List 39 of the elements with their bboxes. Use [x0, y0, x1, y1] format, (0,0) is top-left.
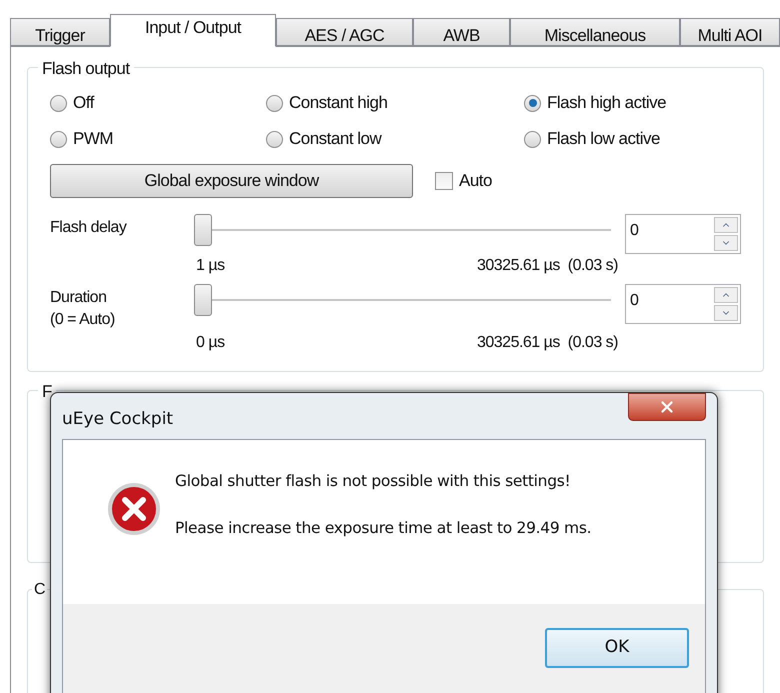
checkbox[interactable]: [435, 172, 453, 190]
error-message: Global shutter flash is not possible with this settings!: [175, 471, 572, 492]
radio-button[interactable]: [50, 94, 67, 112]
radio-option[interactable]: Constant high: [266, 92, 524, 114]
min-label: 1 µs: [196, 256, 225, 276]
dialog-title: uEye Cockpit: [62, 408, 174, 431]
slider-thumb[interactable]: [194, 214, 212, 246]
radio-button[interactable]: [50, 130, 67, 148]
radio-option[interactable]: PWM: [50, 128, 266, 150]
slider[interactable]: [194, 284, 611, 316]
radio-option[interactable]: Constant low: [266, 128, 524, 150]
tab[interactable]: AWB: [413, 18, 510, 46]
global-exposure-button[interactable]: Global exposure window: [50, 164, 413, 198]
radio-button[interactable]: [266, 130, 283, 148]
slider[interactable]: [194, 214, 611, 246]
spin-value: 0: [629, 291, 640, 311]
radio-option[interactable]: Off: [50, 92, 266, 114]
slider-label: Duration (0 = Auto): [50, 288, 116, 330]
tab[interactable]: Miscellaneous: [510, 18, 680, 46]
max-label: 30325.61 µs (0.03 s): [476, 333, 618, 353]
spin-value: 0: [629, 221, 640, 241]
radio-button[interactable]: [266, 94, 283, 112]
radio-button[interactable]: [524, 94, 541, 112]
radio-option[interactable]: Flash high active: [524, 92, 724, 114]
auto-checkbox[interactable]: Auto: [435, 168, 492, 194]
error-detail: Please increase the exposure time at least to 29.49 ms.: [175, 518, 592, 540]
radio-button[interactable]: [524, 130, 541, 148]
slider-thumb[interactable]: [194, 284, 212, 316]
close-button[interactable]: [628, 393, 706, 421]
slider-label: Flash delay: [50, 218, 128, 238]
tab[interactable]: Trigger: [10, 18, 110, 46]
tab[interactable]: Input / Output: [110, 14, 276, 47]
error-icon: [107, 482, 161, 536]
max-label: 30325.61 µs (0.03 s): [476, 256, 618, 276]
radio-option[interactable]: Flash low active: [524, 128, 724, 150]
tab[interactable]: Multi AOI: [680, 18, 780, 46]
ok-button[interactable]: OK: [545, 628, 689, 668]
min-label: 0 µs: [196, 333, 225, 353]
tab[interactable]: AES / AGC: [276, 18, 413, 46]
